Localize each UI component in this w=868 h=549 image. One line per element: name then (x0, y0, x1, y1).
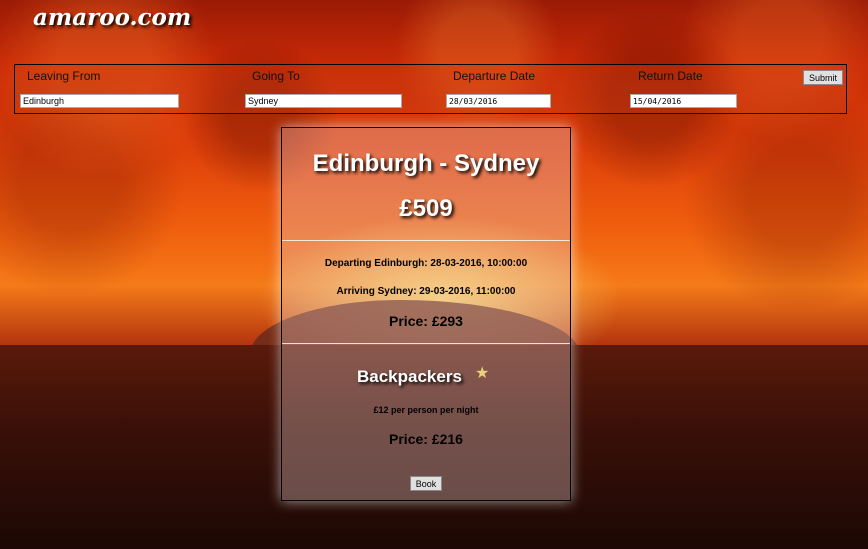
return-date-label: Return Date (638, 69, 703, 83)
leaving-from-input[interactable] (20, 94, 179, 108)
going-to-input[interactable] (245, 94, 402, 108)
accommodation-name: Backpackers (357, 367, 462, 386)
accommodation-rate: £12 per person per night (373, 405, 479, 415)
site-logo[interactable]: amaroo.com (33, 4, 191, 31)
return-date-input[interactable] (630, 94, 737, 108)
divider (282, 240, 570, 241)
leaving-from-label: Leaving From (27, 69, 101, 83)
submit-button[interactable]: Submit (803, 70, 843, 85)
going-to-label: Going To (252, 69, 300, 83)
flight-arriving: Arriving Sydney: 29-03-2016, 11:00:00 (336, 286, 516, 297)
search-bar: Leaving From Going To Departure Date Ret… (14, 64, 847, 114)
flight-departing: Departing Edinburgh: 28-03-2016, 10:00:0… (324, 258, 528, 269)
accommodation-price: Price: £216 (389, 431, 463, 447)
book-button[interactable]: Book (410, 476, 442, 491)
route-title: Edinburgh - Sydney (312, 150, 540, 177)
departure-date-input[interactable] (446, 94, 551, 108)
flight-price: Price: £293 (389, 313, 463, 329)
total-price: £509 (399, 195, 453, 222)
star-icon: ★ (475, 365, 490, 382)
divider (282, 343, 570, 344)
trip-result-card: Edinburgh - Sydney £509 Departing Edinbu… (281, 127, 571, 501)
departure-date-label: Departure Date (453, 69, 536, 83)
